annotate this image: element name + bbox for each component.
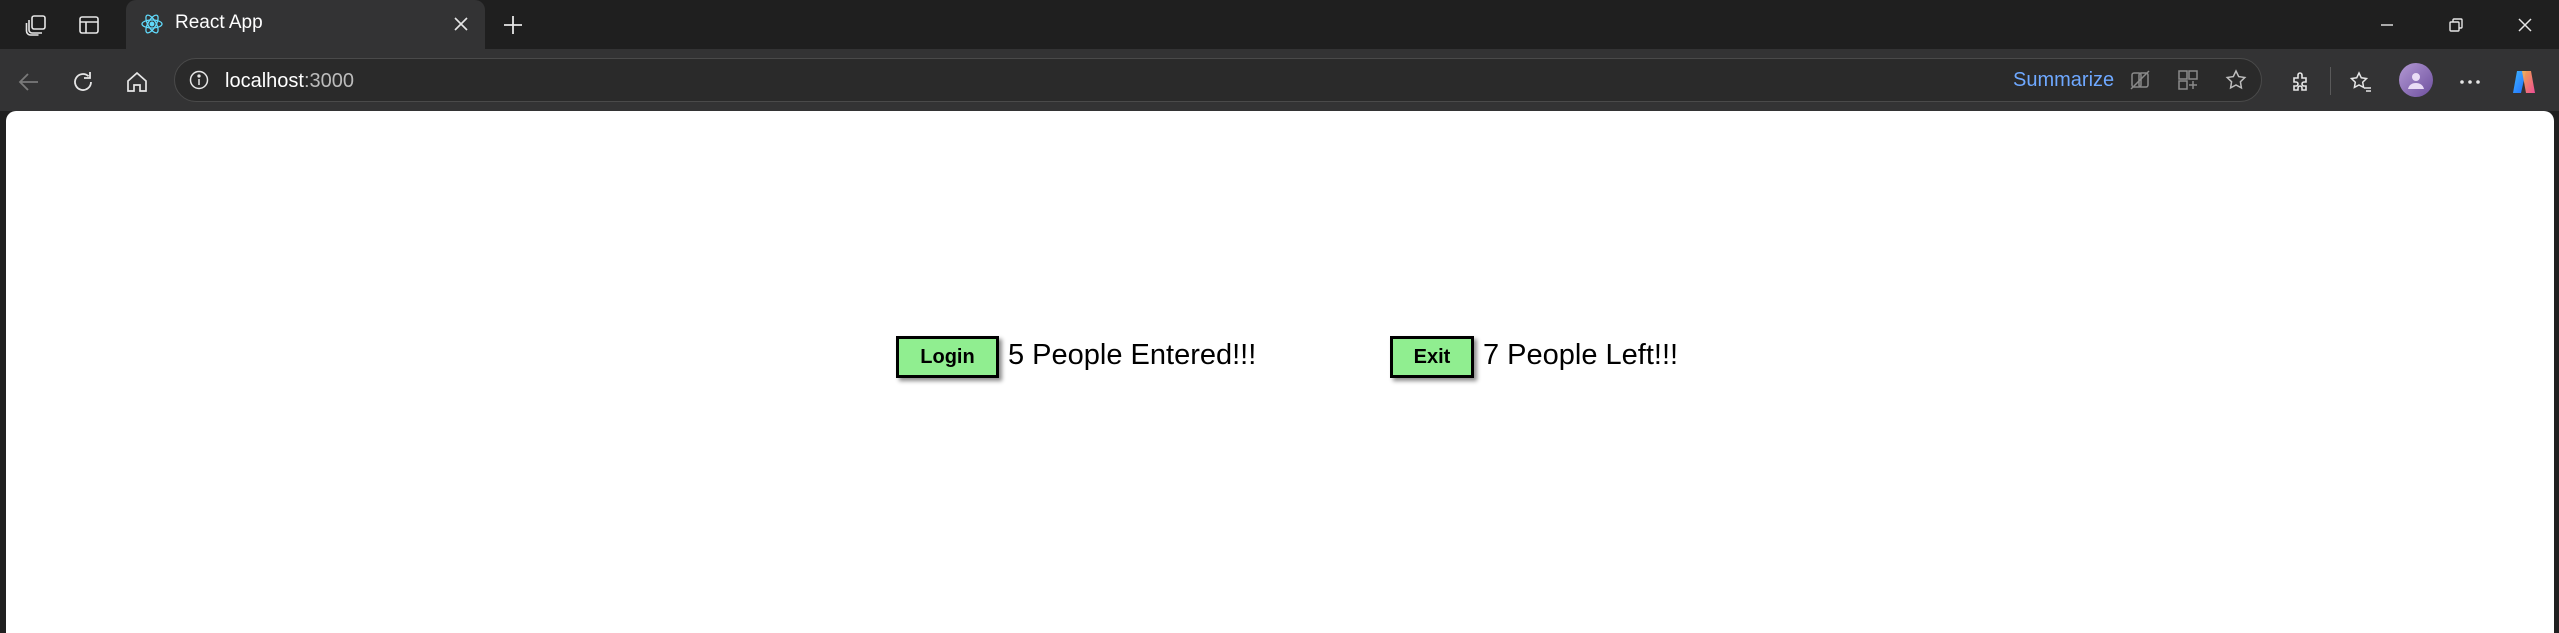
tab-bar: React App bbox=[0, 0, 2559, 49]
copilot-icon[interactable] bbox=[2507, 65, 2541, 99]
toolbar-divider bbox=[2330, 67, 2331, 95]
url-host: localhost bbox=[225, 70, 304, 92]
restore-icon[interactable] bbox=[2420, 0, 2492, 49]
more-options-icon[interactable] bbox=[2453, 65, 2487, 99]
workspaces-icon[interactable] bbox=[20, 10, 52, 40]
login-button[interactable]: Login bbox=[896, 336, 999, 378]
apps-icon[interactable] bbox=[2173, 65, 2203, 95]
left-count-text: 7 People Left!!! bbox=[1483, 339, 1679, 371]
close-tab-icon[interactable] bbox=[447, 10, 475, 38]
close-window-icon[interactable] bbox=[2489, 0, 2559, 49]
tab-react-app[interactable]: React App bbox=[126, 0, 485, 49]
tab-actions-icon[interactable] bbox=[73, 10, 105, 40]
page-content: Login 5 People Entered!!! Exit 7 People … bbox=[6, 111, 2554, 633]
back-arrow-icon[interactable] bbox=[12, 65, 46, 99]
read-aloud-icon[interactable] bbox=[2125, 65, 2155, 95]
refresh-icon[interactable] bbox=[66, 65, 100, 99]
profile-avatar[interactable] bbox=[2399, 63, 2433, 97]
extensions-icon[interactable] bbox=[2284, 65, 2318, 99]
favorite-star-icon[interactable] bbox=[2221, 65, 2251, 95]
tab-title: React App bbox=[175, 12, 263, 33]
navigation-bar: localhost:3000 Summarize bbox=[0, 49, 2559, 111]
entered-count-text: 5 People Entered!!! bbox=[1008, 339, 1257, 371]
exit-button[interactable]: Exit bbox=[1390, 336, 1474, 378]
url-port: :3000 bbox=[303, 70, 354, 92]
react-logo-icon bbox=[140, 12, 164, 36]
new-tab-icon[interactable] bbox=[497, 9, 529, 41]
site-info-icon[interactable] bbox=[183, 64, 215, 96]
summarize-button[interactable]: Summarize bbox=[2013, 69, 2114, 92]
url-text[interactable]: localhost:3000 bbox=[225, 70, 354, 93]
favorites-icon[interactable] bbox=[2344, 65, 2378, 99]
home-icon[interactable] bbox=[120, 65, 154, 99]
address-bar[interactable]: localhost:3000 Summarize bbox=[174, 58, 2262, 102]
minimize-icon[interactable] bbox=[2351, 0, 2423, 49]
